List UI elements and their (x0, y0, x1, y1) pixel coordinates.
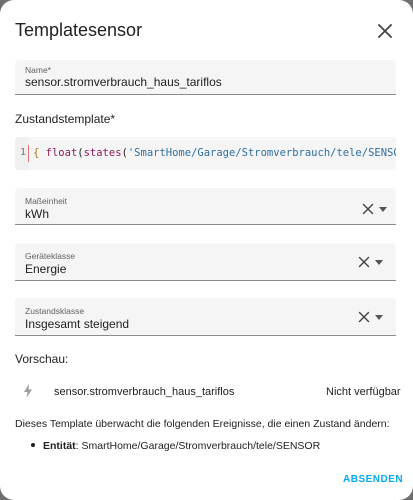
template-code[interactable]: { float(states('SmartHome/Garage/Stromve… (33, 147, 396, 159)
listener-label: Entität (43, 440, 76, 452)
dialog-title: Templatesensor (15, 20, 143, 40)
clear-icon[interactable] (358, 256, 370, 268)
template-sensor-dialog: Templatesensor Name* sensor.stromverbrau… (0, 0, 413, 500)
submit-button[interactable]: ABSENDEN (343, 474, 403, 485)
dropdown-arrow-icon[interactable] (379, 207, 387, 212)
code-states: states (83, 147, 122, 159)
close-icon[interactable] (376, 22, 394, 40)
state-template-label: Zustandstemplate* (15, 112, 116, 126)
device-class-label: Geräteklasse (25, 251, 76, 261)
device-class-value: Energie (25, 262, 67, 276)
preview-heading: Vorschau: (15, 352, 69, 366)
clear-icon[interactable] (362, 203, 374, 215)
editor-gutter: 1 (15, 137, 29, 170)
state-class-label: Zustandsklasse (25, 306, 85, 316)
name-field-label: Name* (25, 65, 51, 75)
listener-value: : SmartHome/Garage/Stromverbrauch/tele/S… (75, 440, 321, 452)
state-class-select[interactable]: Zustandsklasse Insgesamt steigend (15, 298, 396, 336)
unit-select-value: kWh (25, 207, 49, 221)
preview-entity-state: Nicht verfügbar (326, 386, 401, 398)
unit-select[interactable]: Maßeinheit kWh (15, 188, 396, 225)
name-field-value: sensor.stromverbrauch_haus_tariflos (25, 75, 222, 89)
code-float: float (45, 147, 78, 159)
code-string: 'SmartHome/Garage/Stromverbrauch/tele/SE… (127, 147, 396, 159)
dropdown-arrow-icon[interactable] (375, 315, 383, 320)
dropdown-arrow-icon[interactable] (375, 260, 383, 265)
listener-item: Entität: SmartHome/Garage/Stromverbrauch… (43, 440, 320, 452)
line-number: 1 (20, 147, 27, 158)
device-class-select[interactable]: Geräteklasse Energie (15, 243, 396, 281)
code-brace: { (33, 147, 40, 159)
template-code-editor[interactable]: 1 { float(states('SmartHome/Garage/Strom… (15, 137, 396, 170)
name-field[interactable]: Name* sensor.stromverbrauch_haus_tariflo… (15, 60, 396, 95)
list-bullet (31, 443, 35, 447)
listeners-intro: Dieses Template überwacht die folgenden … (15, 418, 390, 430)
state-class-value: Insgesamt steigend (25, 317, 130, 331)
clear-icon[interactable] (358, 311, 370, 323)
preview-entity-name: sensor.stromverbrauch_haus_tariflos (54, 386, 235, 398)
flash-icon (24, 384, 32, 398)
unit-select-label: Maßeinheit (25, 196, 68, 206)
gutter-marker (28, 145, 29, 162)
